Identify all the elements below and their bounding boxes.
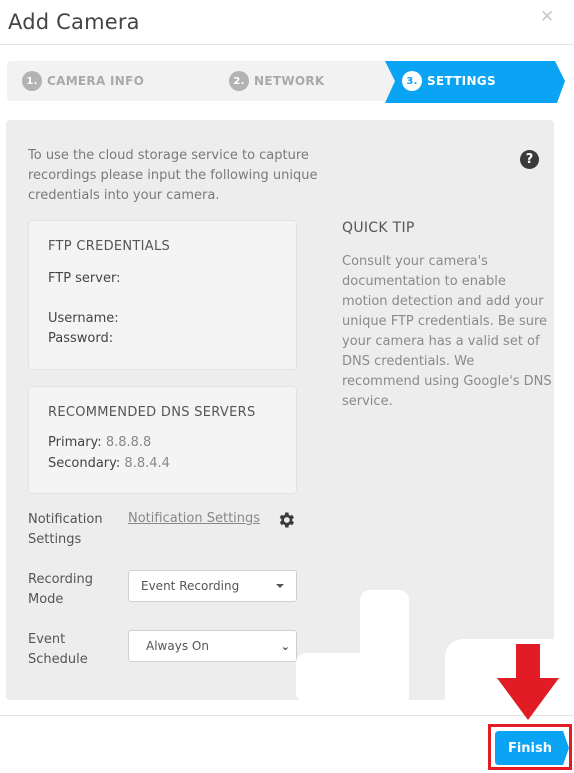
gear-icon[interactable] xyxy=(276,510,296,530)
step-label: SETTINGS xyxy=(427,74,496,88)
ftp-server-label: FTP server: xyxy=(48,271,121,286)
dns-primary-label: Primary: xyxy=(48,435,102,450)
ftp-credentials-card: FTP CREDENTIALS FTP server: Username: Pa… xyxy=(28,220,297,370)
dns-servers-card: RECOMMENDED DNS SERVERS Primary: 8.8.8.8… xyxy=(28,386,297,494)
recording-mode-select[interactable]: Event Recording xyxy=(128,570,297,602)
event-schedule-select[interactable]: Always On ⌄ xyxy=(128,630,297,662)
dns-primary-value: 8.8.8.8 xyxy=(105,435,152,450)
dns-secondary-label: Secondary: xyxy=(48,456,121,471)
step-number: 1. xyxy=(22,71,42,91)
caret-down-icon xyxy=(276,584,284,588)
dns-secondary-value: 8.8.4.4 xyxy=(124,456,170,471)
settings-panel: To use the cloud storage service to capt… xyxy=(6,120,554,700)
ftp-server-row: FTP server: xyxy=(48,271,120,286)
dialog-header: Add Camera ✕ xyxy=(0,0,574,45)
redaction-overlay xyxy=(296,653,396,702)
recording-mode-label: Recording Mode xyxy=(28,572,94,607)
chevron-down-icon: ⌄ xyxy=(280,640,290,653)
quick-tip-text: Consult your camera's documentation to e… xyxy=(342,254,552,409)
dns-title: RECOMMENDED DNS SERVERS xyxy=(48,405,256,420)
ftp-title: FTP CREDENTIALS xyxy=(48,239,171,254)
event-schedule-label: Event Schedule xyxy=(28,632,88,667)
ftp-password-label: Password: xyxy=(48,331,114,346)
step-number: 2. xyxy=(229,71,249,91)
step-number: 3. xyxy=(402,71,422,91)
step-camera-info[interactable]: 1. CAMERA INFO xyxy=(22,61,144,101)
step-network[interactable]: 2. NETWORK xyxy=(229,61,325,101)
finish-label: Finish xyxy=(507,740,553,756)
notification-settings-link[interactable]: Notification Settings xyxy=(128,511,260,526)
quick-tip-title: QUICK TIP xyxy=(342,220,415,236)
finish-button[interactable]: Finish xyxy=(495,731,569,765)
dns-secondary-row: Secondary: 8.8.4.4 xyxy=(48,456,170,471)
dns-primary-row: Primary: 8.8.8.8 xyxy=(48,435,151,450)
step-label: NETWORK xyxy=(254,74,325,88)
footer-divider xyxy=(0,715,574,716)
step-label: CAMERA INFO xyxy=(47,74,145,88)
close-icon[interactable]: ✕ xyxy=(540,9,554,26)
recording-mode-value: Event Recording xyxy=(141,579,240,593)
dialog-title: Add Camera xyxy=(8,10,140,34)
annotation-arrow-down-icon xyxy=(497,644,559,720)
notification-settings-label: Notification Settings xyxy=(28,512,103,547)
ftp-password-row: Password: xyxy=(48,331,113,346)
wizard-steps: 1. CAMERA INFO 2. NETWORK 3. SETTINGS xyxy=(7,61,565,103)
event-schedule-value: Always On xyxy=(146,639,209,653)
intro-text: To use the cloud storage service to capt… xyxy=(28,148,318,203)
ftp-username-row: Username: xyxy=(48,311,119,326)
help-icon[interactable]: ? xyxy=(520,150,539,169)
step-settings[interactable]: 3. SETTINGS xyxy=(402,61,496,101)
ftp-username-label: Username: xyxy=(48,311,119,326)
